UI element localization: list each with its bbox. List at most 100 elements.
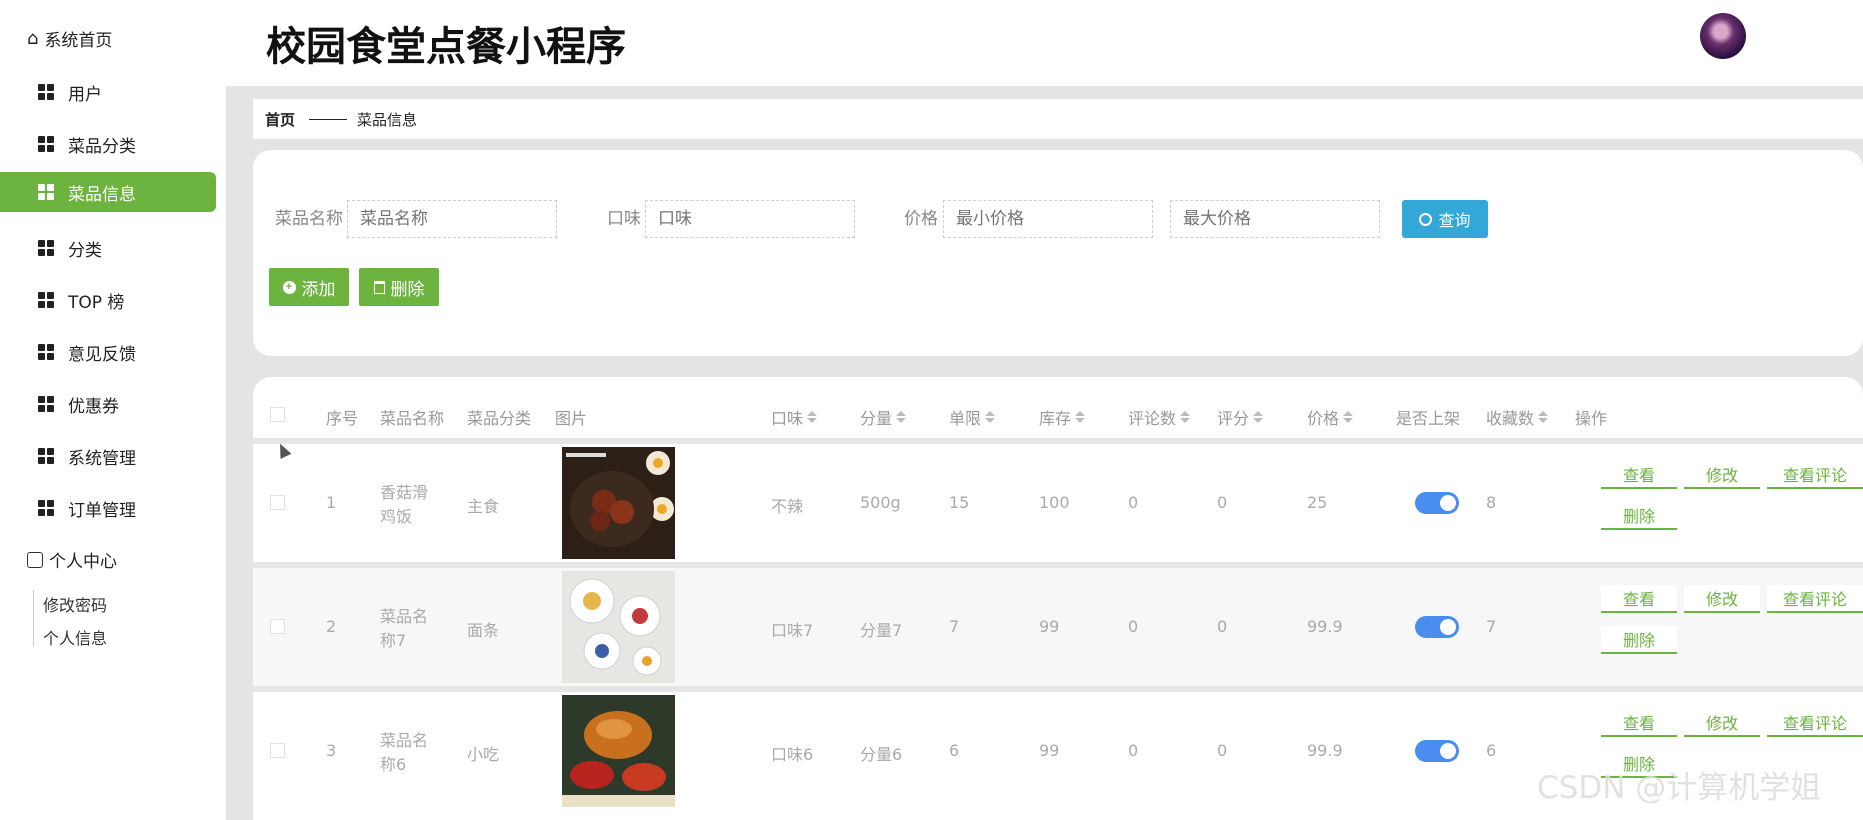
dish-image[interactable] <box>562 571 675 683</box>
sort-icon <box>1075 411 1086 423</box>
cell-price: 99.9 <box>1307 617 1343 636</box>
view-comments-button[interactable]: 查看评论 <box>1767 585 1863 613</box>
sort-icon <box>896 411 907 423</box>
query-button[interactable]: 查询 <box>1402 200 1488 238</box>
dish-image[interactable] <box>562 695 675 807</box>
cell-taste: 口味6 <box>771 745 814 764</box>
cell-name: 香菇滑鸡饭 <box>380 483 429 526</box>
edit-button[interactable]: 修改 <box>1684 585 1760 613</box>
cell-comments: 0 <box>1128 741 1139 760</box>
breadcrumb-home[interactable]: 首页 <box>265 109 295 130</box>
query-button-label: 查询 <box>1438 213 1471 230</box>
view-button[interactable]: 查看 <box>1601 709 1677 737</box>
batch-delete-button[interactable]: 删除 <box>359 268 439 306</box>
cell-name: 菜品名称7 <box>380 607 429 650</box>
th-portion[interactable]: 分量 <box>860 405 907 429</box>
cell-rating: 0 <box>1217 493 1228 512</box>
view-comments-button[interactable]: 查看评论 <box>1767 709 1863 737</box>
view-comments-button[interactable]: 查看评论 <box>1767 461 1863 489</box>
row-checkbox[interactable] <box>270 619 285 634</box>
cell-index: 2 <box>326 617 337 636</box>
on-shelf-toggle[interactable] <box>1415 616 1459 638</box>
table-row: 1 香菇滑鸡饭 主食 不辣 500g 15 100 0 0 25 8 查看 修改… <box>253 444 1863 562</box>
dish-name-input[interactable] <box>347 200 557 238</box>
sidebar-item-users[interactable]: 用户 <box>0 72 216 112</box>
sort-icon <box>1538 411 1549 423</box>
view-button[interactable]: 查看 <box>1601 461 1677 489</box>
th-rating[interactable]: 评分 <box>1217 405 1264 429</box>
cell-portion: 分量7 <box>860 621 903 640</box>
breadcrumb-separator <box>309 118 348 120</box>
add-button[interactable]: + 添加 <box>269 268 349 306</box>
taste-input[interactable] <box>645 200 855 238</box>
sidebar-item-orders[interactable]: 订单管理 <box>0 488 216 528</box>
sidebar-sub-profile[interactable]: 个人信息 <box>43 625 107 649</box>
cell-limit: 7 <box>949 617 960 636</box>
max-price-input[interactable] <box>1170 200 1380 238</box>
price-label: 价格 <box>904 209 938 229</box>
th-image: 图片 <box>555 409 588 428</box>
app-title: 校园食堂点餐小程序 <box>266 24 626 70</box>
cell-portion: 分量6 <box>860 745 903 764</box>
sort-icon <box>985 411 996 423</box>
th-favorites[interactable]: 收藏数 <box>1486 405 1549 429</box>
cell-category: 小吃 <box>467 745 500 764</box>
dish-name-label: 菜品名称 <box>275 209 343 229</box>
trash-icon <box>373 280 385 294</box>
edit-button[interactable]: 修改 <box>1684 461 1760 489</box>
sidebar-item-label: 分类 <box>68 240 102 261</box>
clipboard-check-icon <box>38 448 54 464</box>
th-limit[interactable]: 单限 <box>949 405 996 429</box>
add-button-label: 添加 <box>301 279 336 299</box>
row-checkbox[interactable] <box>270 743 285 758</box>
th-on-shelf: 是否上架 <box>1396 409 1461 428</box>
sidebar-sub-change-password[interactable]: 修改密码 <box>43 592 107 616</box>
breadcrumb-current: 菜品信息 <box>357 110 418 129</box>
cell-taste: 不辣 <box>771 497 804 516</box>
search-icon <box>1419 212 1433 226</box>
sidebar-item-dish-info[interactable]: 菜品信息 <box>0 172 216 212</box>
delete-button[interactable]: 删除 <box>1601 626 1677 654</box>
avatar[interactable] <box>1700 13 1746 59</box>
grid-icon <box>38 344 54 360</box>
th-taste[interactable]: 口味 <box>771 405 818 429</box>
sidebar-item-dish-category[interactable]: 菜品分类 <box>0 124 216 164</box>
sidebar-home[interactable]: ⌂ 系统首页 <box>27 26 112 51</box>
sidebar-item-system[interactable]: 系统管理 <box>0 436 216 476</box>
edit-button[interactable]: 修改 <box>1684 709 1760 737</box>
sidebar-home-label: 系统首页 <box>44 31 113 51</box>
cell-favorites: 8 <box>1486 493 1497 512</box>
min-price-input[interactable] <box>943 200 1153 238</box>
th-stock[interactable]: 库存 <box>1039 405 1086 429</box>
select-all-checkbox[interactable] <box>270 407 285 422</box>
sidebar-item-category[interactable]: 分类 <box>0 228 216 268</box>
row-checkbox[interactable] <box>270 495 285 510</box>
cell-price: 25 <box>1307 493 1328 512</box>
sidebar-item-label: TOP 榜 <box>68 292 125 313</box>
cell-category: 主食 <box>467 497 500 516</box>
sidebar-personal-center[interactable]: 个人中心 <box>27 547 117 572</box>
th-price[interactable]: 价格 <box>1307 405 1354 429</box>
sidebar-item-top[interactable]: TOP 榜 <box>0 280 216 320</box>
th-comments[interactable]: 评论数 <box>1128 405 1191 429</box>
breadcrumb: 首页 菜品信息 <box>253 99 1863 139</box>
taste-label: 口味 <box>607 209 641 229</box>
sidebar-item-label: 用户 <box>68 84 102 105</box>
on-shelf-toggle[interactable] <box>1415 492 1459 514</box>
cell-stock: 100 <box>1039 493 1070 512</box>
sidebar-item-feedback[interactable]: 意见反馈 <box>0 332 216 372</box>
grid-icon <box>38 500 54 516</box>
cell-favorites: 6 <box>1486 741 1497 760</box>
dish-image[interactable] <box>562 447 675 559</box>
watermark: CSDN @计算机学姐 <box>1537 770 1822 806</box>
delete-button[interactable]: 删除 <box>1601 502 1677 530</box>
sidebar-item-coupons[interactable]: 优惠券 <box>0 384 216 424</box>
grid-icon <box>38 292 54 308</box>
view-button[interactable]: 查看 <box>1601 585 1677 613</box>
cell-index: 1 <box>326 493 337 512</box>
cell-rating: 0 <box>1217 617 1228 636</box>
cell-name: 菜品名称6 <box>380 731 429 774</box>
on-shelf-toggle[interactable] <box>1415 740 1459 762</box>
cell-limit: 15 <box>949 493 970 512</box>
wallet-icon <box>27 551 43 568</box>
